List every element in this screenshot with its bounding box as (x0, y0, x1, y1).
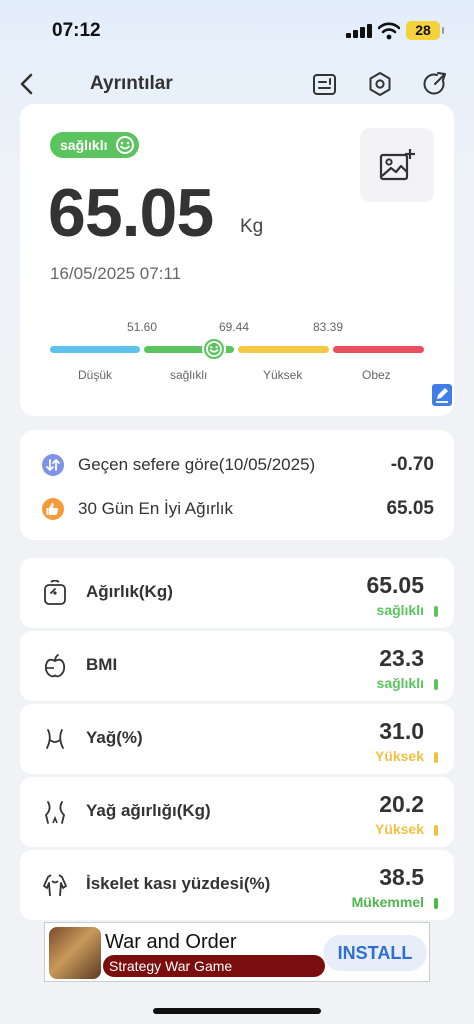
category-label: sağlıklı (170, 368, 208, 382)
weight-value: 65.05 (48, 175, 214, 251)
clock: 07:12 (52, 20, 101, 41)
status-dot (434, 752, 438, 763)
edit-note-button[interactable] (432, 384, 452, 406)
report-icon[interactable] (311, 70, 339, 98)
metric-label: Yağ(%) (86, 728, 143, 747)
range-segment-obese (333, 346, 424, 353)
metric-value: 23.3 (379, 645, 424, 671)
status-badge-label: sağlıklı (60, 137, 108, 153)
metric-status: sağlıklı (376, 602, 424, 618)
metrics-list: Ağırlık(Kg) 65.05 sağlıklı BMI 23.3 sağl… (20, 558, 454, 920)
nav-bar: Ayrıntılar (0, 62, 474, 106)
metric-label: BMI (86, 655, 118, 674)
category-label: Düşük (78, 368, 113, 382)
threshold-label: 69.44 (219, 320, 250, 334)
comparison-label: Geçen sefere göre(10/05/2025) (78, 455, 316, 474)
metric-value: 38.5 (379, 864, 424, 890)
threshold-label: 83.39 (313, 320, 344, 334)
metric-label: İskelet kası yüzdesi(%) (86, 874, 271, 893)
range-segment-high (238, 346, 329, 353)
category-label: Yüksek (263, 368, 303, 382)
comparison-value: 65.05 (386, 498, 434, 519)
page-title: Ayrıntılar (90, 73, 173, 94)
metric-status: Mükemmel (351, 894, 424, 910)
metric-value: 31.0 (379, 718, 424, 744)
muscle-icon (43, 874, 67, 897)
status-badge: sağlıklı (50, 132, 140, 158)
weight-position-indicator (202, 337, 226, 361)
home-indicator (153, 1008, 321, 1014)
apple-icon (44, 654, 66, 678)
weight-unit: Kg (240, 216, 264, 237)
scale-icon (44, 580, 66, 605)
compare-icon (42, 454, 64, 476)
metric-row-bmi[interactable]: BMI 23.3 sağlıklı (20, 631, 454, 701)
metric-label: Ağırlık(Kg) (86, 582, 173, 601)
thumbs-up-icon (42, 498, 64, 520)
wifi-icon (378, 22, 400, 40)
install-button[interactable]: INSTALL (323, 935, 427, 971)
comparison-row-best: 30 Gün En İyi Ağırlık 65.05 (20, 486, 454, 530)
ad-subtitle: Strategy War Game (103, 955, 325, 977)
comparison-card: Geçen sefere göre(10/05/2025) -0.70 30 G… (20, 430, 454, 540)
hip-icon (45, 801, 65, 824)
share-icon[interactable] (421, 70, 449, 98)
metric-row-fat-weight[interactable]: Yağ ağırlığı(Kg) 20.2 Yüksek (20, 777, 454, 847)
comparison-value: -0.70 (390, 454, 434, 475)
threshold-label: 51.60 (127, 320, 158, 334)
add-photo-button[interactable] (360, 128, 434, 202)
smiley-icon (206, 341, 222, 357)
metric-status: Yüksek (374, 821, 424, 837)
metric-label: Yağ ağırlığı(Kg) (86, 801, 211, 820)
waist-icon (46, 729, 64, 749)
status-dot (434, 679, 438, 690)
status-bar: 07:12 28 (0, 0, 474, 62)
battery-indicator: 28 (406, 21, 444, 40)
ad-title: War and Order (105, 931, 237, 953)
metric-row-skeletal-muscle[interactable]: İskelet kası yüzdesi(%) 38.5 Mükemmel (20, 850, 454, 920)
pencil-icon (436, 388, 448, 403)
back-icon[interactable] (14, 70, 40, 98)
metric-row-fat-percent[interactable]: Yağ(%) 31.0 Yüksek (20, 704, 454, 774)
range-segment-low (50, 346, 140, 353)
metric-value: 65.05 (366, 572, 424, 598)
smiley-icon (116, 136, 135, 154)
ad-app-icon (49, 927, 101, 979)
status-dot (434, 606, 438, 617)
add-image-icon (379, 149, 415, 181)
comparison-row-previous: Geçen sefere göre(10/05/2025) -0.70 (20, 442, 454, 486)
ad-banner[interactable]: War and Order Strategy War Game INSTALL (44, 922, 430, 982)
comparison-label: 30 Gün En İyi Ağırlık (78, 499, 233, 518)
status-dot (434, 825, 438, 836)
settings-icon[interactable] (366, 70, 394, 98)
status-dot (434, 898, 438, 909)
metric-status: Yüksek (374, 748, 424, 764)
metric-status: sağlıklı (376, 675, 424, 691)
weight-summary-card: sağlıklı 65.05 Kg 16/05/2025 07:11 51.60… (20, 104, 454, 416)
metric-row-weight[interactable]: Ağırlık(Kg) 65.05 sağlıklı (20, 558, 454, 628)
measurement-datetime: 16/05/2025 07:11 (50, 264, 182, 283)
signal-icon (346, 24, 372, 38)
metric-value: 20.2 (379, 791, 424, 817)
category-label: Obez (362, 368, 391, 382)
